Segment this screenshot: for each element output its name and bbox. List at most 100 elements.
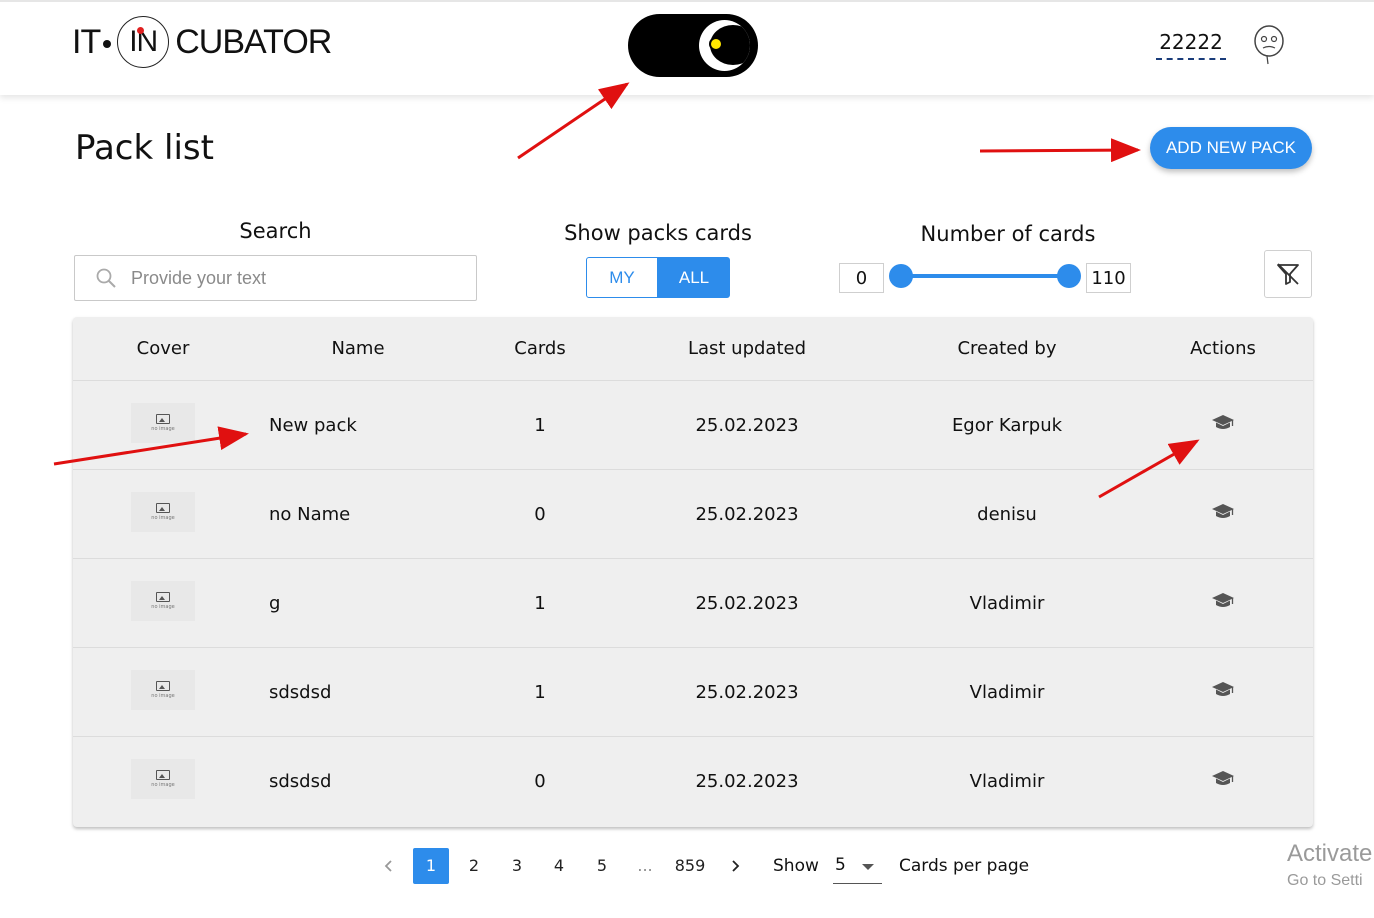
- watermark-line-2: Go to Setti: [1287, 872, 1363, 889]
- learn-icon[interactable]: [1211, 413, 1235, 433]
- chevron-right-icon: [732, 860, 740, 872]
- col-header-name[interactable]: Name: [308, 317, 408, 381]
- pack-created-by: Vladimir: [969, 771, 1045, 792]
- packs-table: Cover Name Cards Last updated Created by…: [73, 317, 1313, 827]
- next-page-button[interactable]: [723, 848, 747, 884]
- logo-text-right: CUBATOR: [175, 22, 332, 61]
- prev-page-button[interactable]: [377, 848, 401, 884]
- search-icon: [96, 268, 116, 288]
- filter-off-icon: [1277, 263, 1299, 285]
- per-page-value: 5: [835, 855, 846, 875]
- no-image-caption: no image: [151, 781, 175, 788]
- search-label: Search: [239, 219, 312, 243]
- page-ellipsis: ...: [637, 856, 653, 875]
- learn-icon[interactable]: [1211, 502, 1235, 522]
- page-title: Pack list: [75, 128, 214, 168]
- page-1[interactable]: 1: [413, 848, 449, 884]
- pack-cards-count: 0: [534, 504, 546, 525]
- table-row: no image no Name 0 25.02.2023 denisu: [73, 470, 1313, 559]
- my-packs-button[interactable]: MY: [586, 257, 658, 298]
- cards-per-page-label: Cards per page: [899, 856, 1030, 876]
- pack-last-updated: 25.02.2023: [695, 415, 799, 436]
- table-header: Cover Name Cards Last updated Created by…: [73, 317, 1313, 381]
- pack-last-updated: 25.02.2023: [695, 504, 799, 525]
- pack-name[interactable]: no Name: [269, 470, 350, 559]
- windows-activation-watermark: Activate Go to Setti: [1287, 840, 1372, 890]
- logo[interactable]: IT IN CUBATOR: [72, 14, 332, 70]
- avatar[interactable]: [1252, 24, 1286, 66]
- page-5[interactable]: 5: [584, 848, 620, 884]
- theme-toggle[interactable]: [628, 14, 758, 77]
- sun-icon: [711, 39, 721, 49]
- col-header-cover: Cover: [136, 338, 190, 359]
- logo-circle: IN: [117, 16, 170, 68]
- moon-icon: [699, 20, 750, 71]
- no-image-caption: no image: [151, 692, 175, 699]
- page-3[interactable]: 3: [499, 848, 535, 884]
- logo-text-left: IT: [72, 22, 101, 61]
- no-image-caption: no image: [151, 603, 175, 610]
- watermark-line-1: Activate: [1287, 840, 1373, 867]
- chevron-down-icon: [862, 864, 874, 870]
- col-header-last-updated[interactable]: Last updated: [672, 317, 822, 381]
- table-row: no image New pack 1 25.02.2023 Egor Karpuk: [73, 381, 1313, 470]
- table-row: no image sdsdsd 1 25.02.2023 Vladimir: [73, 648, 1313, 737]
- pack-cover[interactable]: no image: [131, 492, 195, 532]
- pack-cards-count: 1: [534, 593, 546, 614]
- range-slider-track[interactable]: [901, 274, 1069, 278]
- table-row: no image sdsdsd 0 25.02.2023 Vladimir: [73, 737, 1313, 826]
- pack-name[interactable]: sdsdsd: [269, 737, 331, 826]
- page-2[interactable]: 2: [456, 848, 492, 884]
- annotation-arrow-theme: [517, 82, 630, 160]
- col-header-cards[interactable]: Cards: [490, 317, 590, 381]
- page-4[interactable]: 4: [541, 848, 577, 884]
- learn-icon[interactable]: [1211, 591, 1235, 611]
- image-icon: [156, 591, 170, 602]
- pack-cards-count: 1: [534, 415, 546, 436]
- col-header-created-by[interactable]: Created by: [932, 317, 1082, 381]
- pack-cards-count: 1: [534, 682, 546, 703]
- image-icon: [156, 769, 170, 780]
- image-icon: [156, 680, 170, 691]
- range-slider-min-handle[interactable]: [889, 264, 913, 288]
- search-input[interactable]: [131, 267, 451, 289]
- show-label: Show: [773, 856, 819, 876]
- pack-created-by: Vladimir: [969, 593, 1045, 614]
- per-page-select[interactable]: 5: [833, 848, 882, 884]
- image-icon: [156, 413, 170, 424]
- range-max-value[interactable]: 110: [1086, 263, 1131, 293]
- app-header: IT IN CUBATOR 22222: [0, 0, 1374, 95]
- pack-name[interactable]: New pack: [269, 381, 357, 470]
- no-image-caption: no image: [151, 425, 175, 432]
- logo-dot: [103, 40, 112, 48]
- pack-created-by: Egor Karpuk: [951, 415, 1063, 436]
- pack-last-updated: 25.02.2023: [695, 771, 799, 792]
- pack-created-by: Vladimir: [969, 682, 1045, 703]
- username-link[interactable]: 22222: [1156, 30, 1226, 60]
- pack-cover[interactable]: no image: [131, 670, 195, 710]
- range-slider-max-handle[interactable]: [1057, 264, 1081, 288]
- pack-name[interactable]: g: [269, 559, 280, 648]
- annotation-arrow-add-pack: [979, 138, 1141, 163]
- pack-last-updated: 25.02.2023: [695, 682, 799, 703]
- number-of-cards-label: Number of cards: [920, 222, 1096, 246]
- all-packs-button[interactable]: ALL: [658, 257, 730, 298]
- pack-created-by: denisu: [977, 504, 1037, 525]
- owner-toggle: MY ALL: [586, 257, 730, 298]
- learn-icon[interactable]: [1211, 769, 1235, 789]
- clear-filters-button[interactable]: [1264, 250, 1312, 298]
- pack-cover[interactable]: no image: [131, 759, 195, 799]
- pack-cover[interactable]: no image: [131, 403, 195, 443]
- range-min-value[interactable]: 0: [839, 263, 884, 293]
- pack-last-updated: 25.02.2023: [695, 593, 799, 614]
- table-row: no image g 1 25.02.2023 Vladimir: [73, 559, 1313, 648]
- pack-name[interactable]: sdsdsd: [269, 648, 331, 737]
- add-new-pack-button[interactable]: ADD NEW PACK: [1150, 127, 1312, 169]
- search-field[interactable]: [74, 255, 477, 301]
- pack-cover[interactable]: no image: [131, 581, 195, 621]
- image-icon: [156, 502, 170, 513]
- learn-icon[interactable]: [1211, 680, 1235, 700]
- pack-cards-count: 0: [534, 771, 546, 792]
- page-859[interactable]: 859: [670, 848, 710, 884]
- chevron-left-icon: [384, 860, 392, 872]
